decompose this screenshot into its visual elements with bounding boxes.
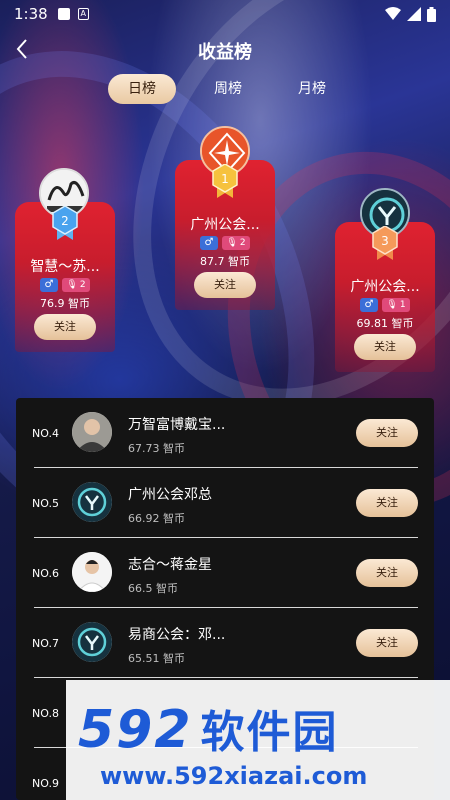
- user-name: 易商公会：邓...: [128, 627, 226, 643]
- user-name: 万智富博戴宝...: [128, 417, 226, 433]
- rank-number: 1: [221, 172, 229, 186]
- rank-label: NO.9: [32, 777, 59, 790]
- level-badge: 🎙 2: [222, 236, 250, 250]
- rank-number: 3: [381, 234, 389, 248]
- avatar[interactable]: [72, 482, 112, 522]
- person-avatar-icon: [72, 552, 112, 592]
- notification-icon: [57, 8, 70, 20]
- rank-badge-silver-icon: 2: [52, 206, 78, 240]
- wifi-icon: [385, 7, 401, 20]
- tab-weekly[interactable]: 周榜: [200, 74, 256, 104]
- page-title: 收益榜: [198, 42, 252, 63]
- rank-label: NO.4: [32, 427, 59, 440]
- mic-icon: 🎙: [66, 280, 78, 290]
- mic-icon: 🎙: [386, 300, 398, 310]
- user-value: 66.5 智币: [128, 582, 178, 595]
- level-badge: 🎙 2: [62, 278, 90, 292]
- signal-icon: [407, 7, 421, 21]
- user-value: 67.73 智币: [128, 442, 185, 455]
- rank-badge-gold-icon: 1: [212, 164, 238, 198]
- rank-badge-bronze-icon: 3: [372, 226, 398, 260]
- list-item[interactable]: NO.6 志合～蒋金星 66.5 智币 关注: [16, 538, 434, 608]
- battery-icon: [427, 6, 436, 22]
- guild-logo-avatar-icon: [72, 622, 112, 662]
- user-tags: ♂ 🎙 2: [175, 236, 275, 250]
- user-tags: ♂ 🎙 1: [335, 298, 435, 312]
- tab-monthly[interactable]: 月榜: [284, 74, 340, 104]
- app-notification-icon: A: [77, 8, 89, 20]
- rank-number: 2: [61, 214, 69, 228]
- level-badge: 🎙 1: [382, 298, 410, 312]
- status-bar: 1:38 A: [0, 0, 450, 28]
- level-number: 2: [239, 238, 246, 248]
- podium-first-card[interactable]: 1 广州公会... ♂ 🎙 2 87.7 智币 关注: [175, 126, 275, 310]
- follow-button[interactable]: 关注: [354, 334, 416, 360]
- podium-second-value: 76.9 智币: [40, 297, 90, 310]
- level-number: 2: [79, 280, 86, 290]
- avatar[interactable]: [72, 412, 112, 452]
- podium-third-name: 广州公会...: [350, 279, 420, 295]
- male-gender-icon: ♂: [360, 298, 378, 312]
- status-time: 1:38: [14, 5, 48, 23]
- user-value: 66.92 智币: [128, 512, 185, 525]
- header: 收益榜: [0, 30, 450, 70]
- rank-label: NO.5: [32, 497, 59, 510]
- user-name: 志合～蒋金星: [128, 557, 212, 573]
- podium-third-card[interactable]: 3 广州公会... ♂ 🎙 1 69.81 智币 关注: [335, 188, 435, 372]
- male-gender-icon: ♂: [200, 236, 218, 250]
- follow-button[interactable]: 关注: [194, 272, 256, 298]
- guild-logo-avatar-icon: [72, 482, 112, 522]
- rank-label: NO.6: [32, 567, 59, 580]
- list-item[interactable]: NO.7 易商公会：邓... 65.51 智币 关注: [16, 608, 434, 678]
- podium-second-name: 智慧～苏...: [30, 259, 100, 275]
- list-item[interactable]: NO.5 广州公会邓总 66.92 智币 关注: [16, 468, 434, 538]
- podium-second-card[interactable]: 2 智慧～苏... ♂ 🎙 2 76.9 智币 关注: [15, 168, 115, 352]
- avatar[interactable]: [72, 552, 112, 592]
- person-avatar-icon: [72, 412, 112, 452]
- rank-label: NO.8: [32, 707, 59, 720]
- ranking-tabs: 日榜 周榜 月榜: [0, 74, 450, 106]
- level-number: 1: [399, 300, 406, 310]
- follow-button[interactable]: 关注: [34, 314, 96, 340]
- watermark-number: 592: [78, 700, 193, 760]
- male-gender-icon: ♂: [40, 278, 58, 292]
- podium-first-value: 87.7 智币: [200, 255, 250, 268]
- watermark-banner: 592 软件园 www.592xiazai.com: [66, 680, 450, 800]
- avatar[interactable]: [72, 622, 112, 662]
- user-value: 65.51 智币: [128, 652, 185, 665]
- user-tags: ♂ 🎙 2: [15, 278, 115, 292]
- list-item[interactable]: NO.4 万智富博戴宝... 67.73 智币 关注: [16, 398, 434, 468]
- rank-label: NO.7: [32, 637, 59, 650]
- watermark-url: www.592xiazai.com: [100, 762, 368, 790]
- user-name: 广州公会邓总: [128, 487, 212, 503]
- mic-icon: 🎙: [226, 238, 238, 248]
- follow-button[interactable]: 关注: [356, 489, 418, 517]
- podium-third-value: 69.81 智币: [356, 317, 414, 330]
- follow-button[interactable]: 关注: [356, 559, 418, 587]
- tab-daily[interactable]: 日榜: [108, 74, 176, 104]
- follow-button[interactable]: 关注: [356, 419, 418, 447]
- watermark-logo: 592 软件园: [78, 696, 339, 760]
- follow-button[interactable]: 关注: [356, 629, 418, 657]
- watermark-cn: 软件园: [200, 707, 339, 758]
- podium-first-name: 广州公会...: [190, 217, 260, 233]
